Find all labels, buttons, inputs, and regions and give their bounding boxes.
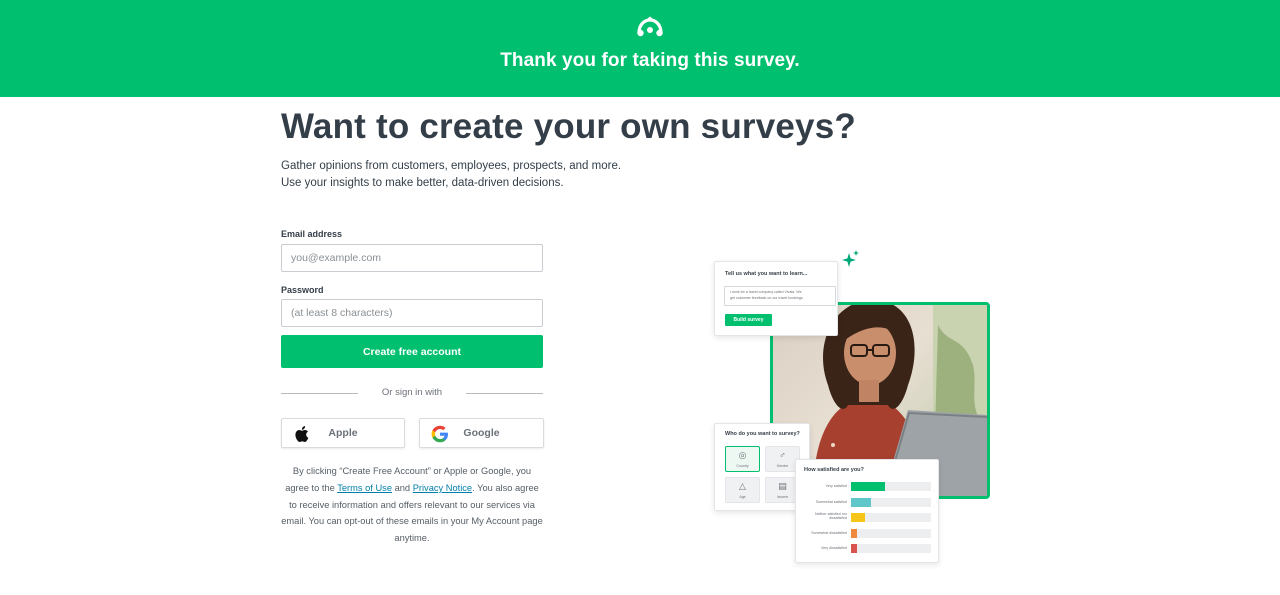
who-option-icon: ◎ [738,450,747,460]
intro-line-1: Gather opinions from customers, employee… [281,160,622,172]
sparkle-icon [842,250,859,267]
password-label: Password [281,285,324,295]
satisfaction-bar [851,544,858,553]
legal-text: By clicking “Create Free Account” or App… [281,463,543,547]
who-option-icon: ♂ [779,450,786,460]
apple-signin-button[interactable]: Apple [281,418,405,448]
woman-with-laptop-photo [813,305,987,496]
satisfaction-card: How satisfied are you? Very satisfied Som… [795,459,939,563]
google-label: Google [463,427,500,439]
who-option-icon: ▤ [778,481,787,491]
banner-title: Thank you for taking this survey. [500,50,800,71]
who-option-label: Income [776,495,789,499]
who-option-label: Country [736,464,749,468]
legal-and: and [392,482,413,493]
satisfaction-bar [851,497,871,507]
satisfaction-bar [851,513,865,522]
satisfaction-row-label: Neither satisfied nor dissatisfied [815,512,847,521]
satisfaction-row-label: Somewhat dissatisfied [811,530,847,535]
divider-text: Or sign in with [381,387,443,398]
satisfaction-bar-track [851,482,931,491]
email-label: Email address [281,229,343,239]
learn-card-prompt: I work for a travel company called Vivai… [724,286,836,306]
google-signin-button[interactable]: Google [419,418,544,448]
who-option-label: Gender [776,464,789,468]
satisfaction-bar-track [851,528,931,538]
email-field[interactable] [281,244,543,272]
satisfaction-row-label: Very satisfied [825,484,847,488]
satisfaction-bar-track [851,544,931,553]
satisfaction-row-label: Very dissatisfied [821,546,847,550]
who-option-gender: ♂ Gender [765,446,800,472]
photo-frame [770,302,990,499]
satisfaction-bar-track [851,497,931,507]
satisfaction-card-title: How satisfied are you? [804,467,864,473]
prompt-line-1: I work for a travel company called Vivai… [730,290,802,294]
who-option-income: ▤ Income [765,477,800,503]
satisfaction-bar-track [851,513,931,522]
who-option-icon: △ [739,481,746,491]
prompt-line-2: get customer feedback on our travel book… [730,296,803,300]
learn-card-title: Tell us what you want to learn... [725,271,808,277]
who-card: Who do you want to survey? ◎ Country ♂ Gend… [714,423,810,511]
intro-line-2: Use your insights to make better, data-d… [281,177,564,189]
intro-text: Gather opinions from customers, employee… [281,158,621,192]
page-title: Want to create your own surveys? [281,107,856,146]
header-banner: Thank you for taking this survey. [0,0,1280,97]
surveymonkey-logo-icon [637,16,663,37]
privacy-notice-link[interactable]: Privacy Notice [413,483,472,493]
satisfaction-row-label: Somewhat satisfied [815,499,847,504]
satisfaction-bar [851,528,858,538]
who-option-label: Age [739,495,746,499]
terms-of-use-link[interactable]: Terms of Use [337,483,392,493]
build-survey-button: Build survey [725,314,772,326]
learn-card: Tell us what you want to learn... I work… [714,261,838,336]
satisfaction-bar [851,482,885,491]
apple-label: Apple [328,427,358,439]
who-card-title: Who do you want to survey? [725,431,800,437]
password-field[interactable] [281,299,543,327]
create-account-button[interactable]: Create free account [281,335,543,368]
who-option-age: △ Age [725,477,760,503]
who-option-country: ◎ Country [725,446,760,472]
